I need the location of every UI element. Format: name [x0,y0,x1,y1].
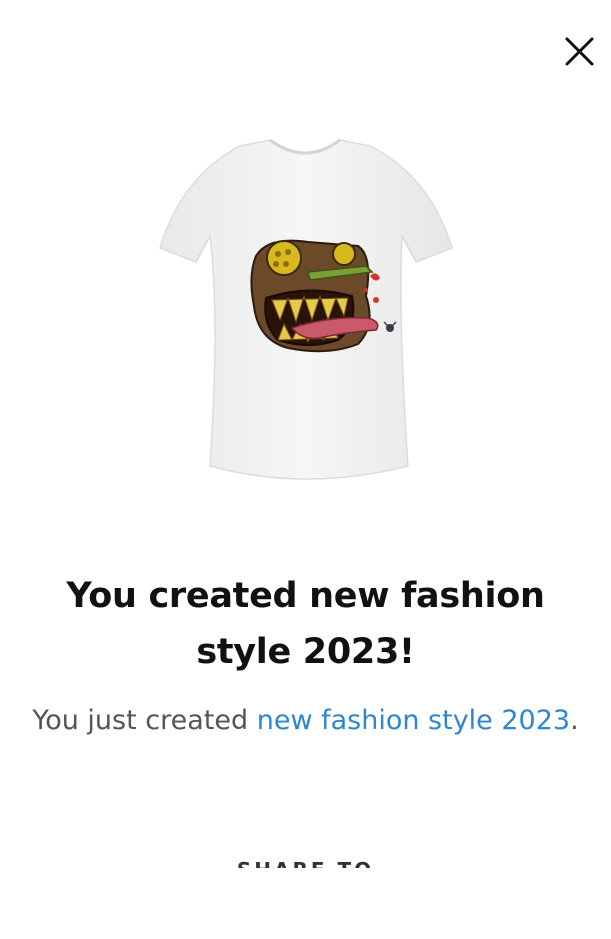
success-message-suffix: . [570,705,579,736]
success-message-prefix: You just created [32,705,257,736]
product-image [140,136,470,496]
share-section: SHARE TO [0,858,611,868]
close-icon [565,37,594,66]
share-heading: SHARE TO [0,858,611,868]
page-title: You created new fashion style 2023! [66,576,545,672]
tshirt-illustration [159,138,453,480]
success-message: You just created new fashion style 2023. [30,697,581,745]
created-style-link[interactable]: new fashion style 2023 [257,705,570,736]
close-button[interactable] [558,30,602,74]
